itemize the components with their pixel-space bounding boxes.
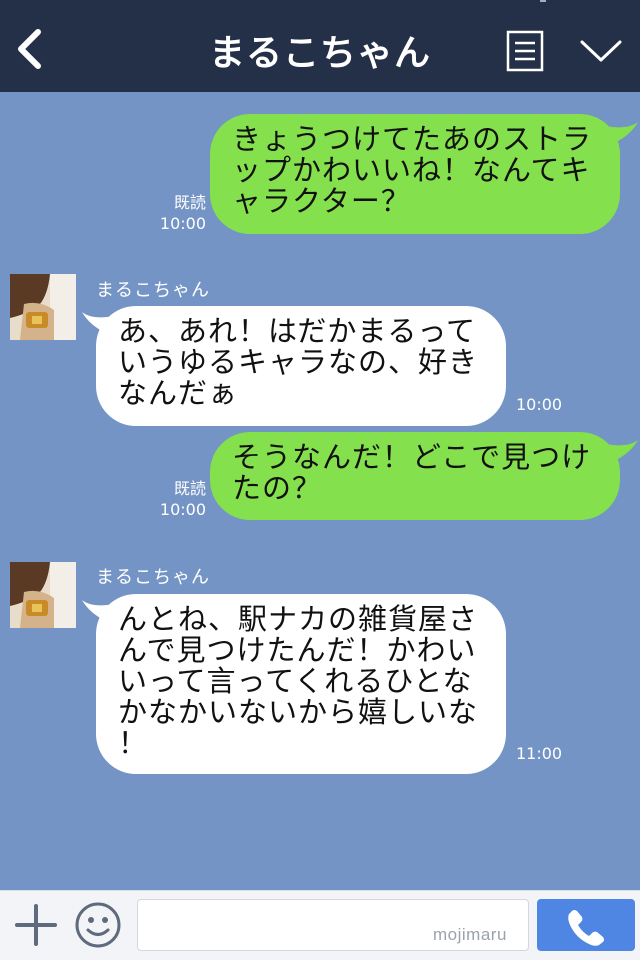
message-line: んで見つけたんだ！かわい <box>118 633 477 667</box>
plus-icon <box>15 904 57 946</box>
message-time: 10:00 <box>516 395 563 414</box>
bubble-tail <box>606 440 638 462</box>
read-receipt: 既読 <box>173 193 206 212</box>
message-line: いうゆるキャラなの、好き <box>118 345 479 379</box>
emoji-button[interactable] <box>74 901 122 949</box>
message-line: ャラクター？ <box>232 184 411 218</box>
outgoing-message-bubble[interactable]: きょうつけてたあのストラ ップかわいいね！なんてキ ャラクター？ <box>210 114 620 234</box>
menu-icon <box>506 30 544 72</box>
message-line: なんだぁ <box>118 376 239 410</box>
input-bar: mojimaru <box>0 890 640 960</box>
message-line: そうなんだ！どこで見つけ <box>232 440 592 474</box>
message-line: たの？ <box>232 471 323 505</box>
message-line: かなかいないから嬉しいな <box>118 695 479 729</box>
message-time: 10:00 <box>159 214 206 233</box>
message-line: ップかわいいね！なんてキ <box>232 153 591 187</box>
dropdown-button[interactable] <box>578 36 624 66</box>
call-button[interactable] <box>537 899 635 951</box>
avatar-photo <box>10 562 76 628</box>
outgoing-message-bubble[interactable]: そうなんだ！どこで見つけ たの？ <box>210 432 620 520</box>
bubble-tail <box>606 122 638 144</box>
menu-button[interactable] <box>506 30 544 72</box>
add-button[interactable] <box>14 903 58 947</box>
message-line: あ、あれ！はだかまるって <box>118 314 476 348</box>
smiley-icon <box>75 902 121 948</box>
message-line: いって言ってくれるひとな <box>118 664 473 698</box>
message-time: 11:00 <box>516 744 563 763</box>
chat-header: まるこちゃん <box>0 0 640 92</box>
message-line: んとね、駅ナカの雑貨屋さ <box>118 602 479 636</box>
chat-title: まるこちゃん <box>208 33 431 74</box>
avatar[interactable] <box>10 562 76 628</box>
chevron-down-icon <box>580 40 622 62</box>
chat-area[interactable]: 既読 10:00 きょうつけてたあのストラ ップかわいいね！なんてキ ャラクター… <box>0 92 640 890</box>
status-indicator <box>540 0 546 2</box>
incoming-message-bubble[interactable]: あ、あれ！はだかまるって いうゆるキャラなの、好き なんだぁ <box>96 306 506 426</box>
sender-name: まるこちゃん <box>96 280 210 301</box>
phone-icon <box>568 910 604 946</box>
sender-name: まるこちゃん <box>96 567 210 588</box>
read-receipt: 既読 <box>173 479 206 498</box>
avatar-photo <box>10 274 76 340</box>
watermark: mojimaru <box>433 925 507 944</box>
message-meta: 既読 10:00 <box>150 478 206 520</box>
avatar[interactable] <box>10 274 76 340</box>
incoming-message-bubble[interactable]: んとね、駅ナカの雑貨屋さ んで見つけたんだ！かわい いって言ってくれるひとな か… <box>96 594 506 774</box>
message-line: ！ <box>118 726 149 760</box>
message-time: 10:00 <box>159 500 206 519</box>
message-meta: 既読 10:00 <box>150 192 206 234</box>
message-line: きょうつけてたあのストラ <box>232 122 593 156</box>
